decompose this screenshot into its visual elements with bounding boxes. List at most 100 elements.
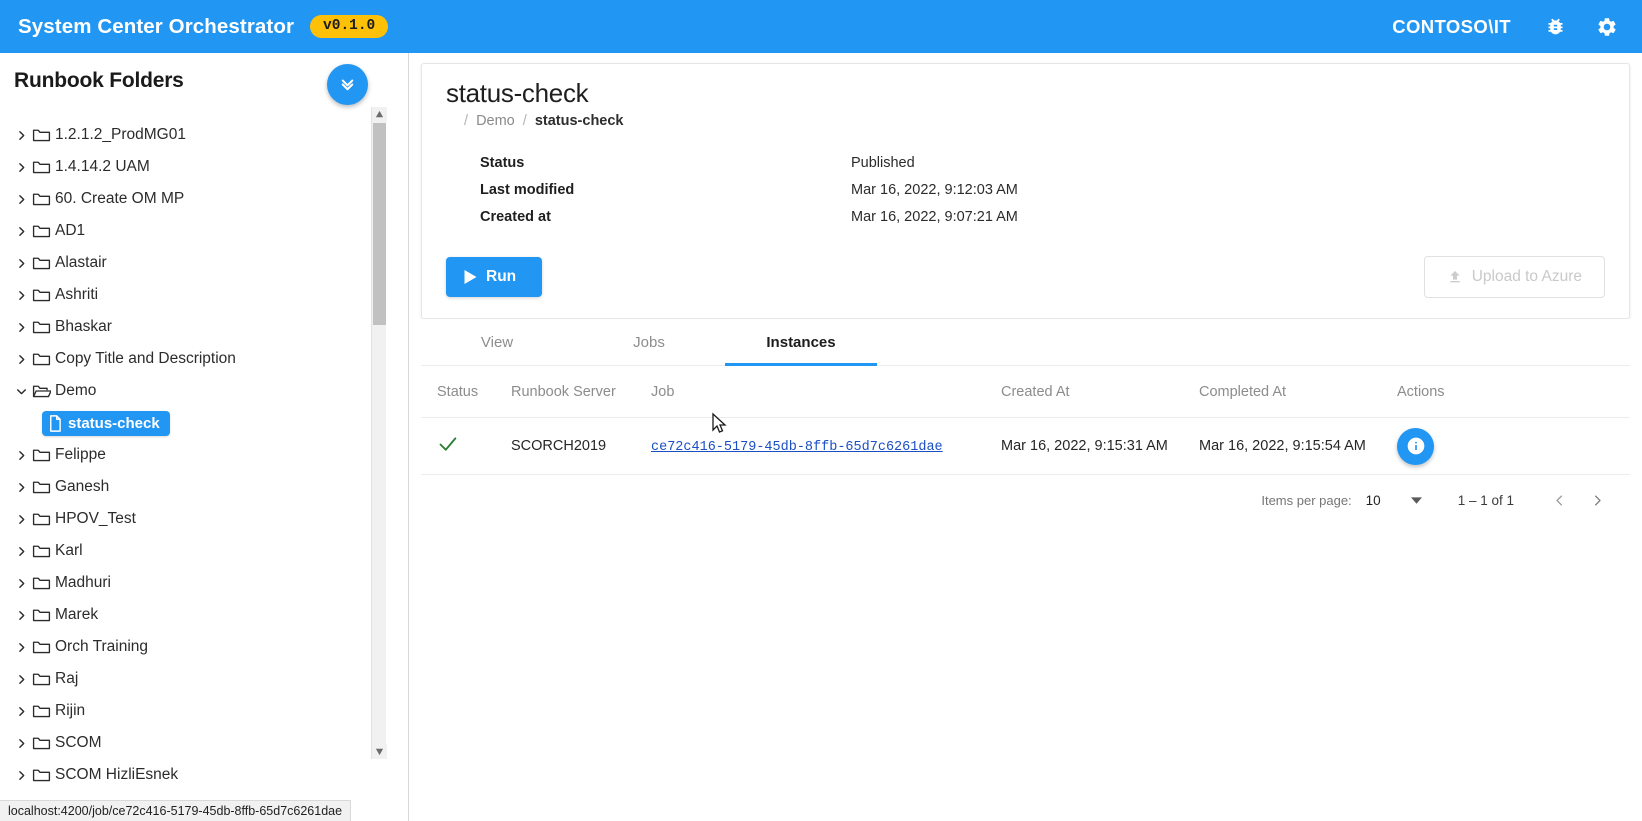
chevron-right-icon[interactable] (10, 257, 32, 270)
tree-item-folder[interactable]: SCOM HizliEsnek (0, 759, 408, 791)
chevron-right-icon[interactable] (10, 129, 32, 142)
folder-tree[interactable]: 1.2.1.2_ProdMG01 1.4.14.2 UAM 60. Create O… (0, 115, 408, 821)
tree-item-runbook-status-check[interactable]: status-check (0, 407, 408, 439)
info-icon[interactable] (1397, 427, 1434, 465)
page-title: status-check (446, 78, 589, 108)
chevron-right-icon[interactable] (10, 353, 32, 366)
tree-item-folder[interactable]: Raj (0, 663, 408, 695)
chevron-down-icon[interactable] (10, 385, 32, 398)
tree-item-folder[interactable]: Karl (0, 535, 408, 567)
double-chevron-icon (341, 79, 354, 91)
metadata-row: Last modified Mar 16, 2022, 9:12:03 AM (446, 176, 1605, 203)
row-completed-at: Mar 16, 2022, 9:15:54 AM (1199, 438, 1366, 454)
pagination-range-label: 1 – 1 of 1 (1457, 493, 1514, 508)
tree-item-folder[interactable]: 1.2.1.2_ProdMG01 (0, 119, 408, 151)
chevron-right-icon[interactable] (10, 673, 32, 686)
created-at-value: Mar 16, 2022, 9:07:21 AM (851, 208, 1018, 225)
tree-item-label: Raj (55, 670, 79, 687)
tree-item-folder[interactable]: Alastair (0, 247, 408, 279)
chevron-right-icon[interactable] (10, 289, 32, 302)
tabs-container: View Jobs Instances (421, 319, 1630, 366)
bug-icon[interactable] (1545, 16, 1566, 37)
upload-to-azure-button[interactable]: Upload to Azure (1423, 256, 1605, 298)
tree-item-label: Felippe (55, 446, 106, 463)
scroll-down-arrow-icon[interactable] (372, 744, 387, 759)
tab-view[interactable]: View (421, 319, 573, 365)
tree-item-folder[interactable]: Rijin (0, 695, 408, 727)
chevron-right-icon[interactable] (10, 545, 32, 558)
tree-item-folder[interactable]: Copy Title and Description (0, 343, 408, 375)
chevron-right-icon[interactable] (10, 641, 32, 654)
tree-item-folder[interactable]: Marek (0, 599, 408, 631)
tree-item-folder[interactable]: SCOM (0, 727, 408, 759)
items-per-page-value: 10 (1365, 493, 1381, 508)
row-actions-cell (1397, 427, 1517, 465)
current-user-label: CONTOSO\IT (1392, 15, 1511, 37)
sidebar-scrollbar[interactable] (371, 107, 387, 759)
collapse-all-button[interactable] (327, 64, 368, 105)
breadcrumb-parent[interactable]: Demo (476, 113, 515, 129)
tree-item-folder[interactable]: AD1 (0, 215, 408, 247)
chevron-right-icon[interactable] (10, 161, 32, 174)
chevron-right-icon[interactable] (10, 609, 32, 622)
chevron-right-icon[interactable] (10, 193, 32, 206)
tree-item-folder[interactable]: Ganesh (0, 471, 408, 503)
chevron-right-icon[interactable] (10, 225, 32, 238)
folder-icon (32, 767, 51, 783)
next-page-button[interactable] (1578, 482, 1616, 520)
tab-jobs[interactable]: Jobs (573, 319, 725, 365)
selected-runbook[interactable]: status-check (42, 410, 170, 436)
tree-item-label: Marek (55, 606, 99, 623)
tree-item-folder[interactable]: 1.4.14.2 UAM (0, 151, 408, 183)
tree-item-label: 1.4.14.2 UAM (55, 158, 150, 175)
tree-item-label: Ashriti (55, 286, 99, 303)
folder-icon (32, 255, 51, 271)
previous-page-button[interactable] (1540, 482, 1578, 520)
folder-icon (32, 543, 51, 559)
run-button-label: Run (486, 268, 517, 285)
status-value: Published (851, 154, 915, 171)
sidebar-scrollbar-thumb[interactable] (373, 123, 386, 325)
sidebar: Runbook Folders 1.2.1.2_ProdMG01 1.4.14.2… (0, 53, 409, 821)
chevron-right-icon[interactable] (10, 513, 32, 526)
tree-item-folder[interactable]: Orch Training (0, 631, 408, 663)
folder-icon (32, 735, 51, 751)
row-status-cell (421, 434, 511, 459)
tree-item-folder[interactable]: Bhaskar (0, 311, 408, 343)
scroll-up-arrow-icon[interactable] (372, 107, 387, 122)
chevron-right-icon[interactable] (10, 705, 32, 718)
tree-item-label: SCOM HizliEsnek (55, 766, 179, 783)
row-created-at: Mar 16, 2022, 9:15:31 AM (1001, 438, 1168, 454)
tree-item-label: Ganesh (55, 478, 110, 495)
tab-instances[interactable]: Instances (725, 319, 877, 366)
tree-item-folder[interactable]: Felippe (0, 439, 408, 471)
play-icon (464, 270, 477, 284)
main-content: status-check / Demo / status-check Statu… (409, 53, 1642, 821)
tree-item-folder[interactable]: Demo (0, 375, 408, 407)
chevron-right-icon[interactable] (10, 449, 32, 462)
chevron-right-icon[interactable] (10, 481, 32, 494)
tree-item-folder[interactable]: HPOV_Test (0, 503, 408, 535)
tree-item-label: Rijin (55, 702, 86, 719)
tree-item-folder[interactable]: Madhuri (0, 567, 408, 599)
breadcrumb-separator: / (522, 113, 527, 129)
chevron-right-icon[interactable] (10, 577, 32, 590)
tree-item-label: AD1 (55, 222, 86, 239)
run-button[interactable]: Run (446, 257, 543, 297)
action-buttons-row: Run Upload to Azure (446, 256, 1605, 298)
row-runbook-server: SCORCH2019 (511, 438, 607, 454)
tree-item-label: 1.2.1.2_ProdMG01 (55, 126, 186, 143)
items-per-page-select[interactable]: 10 (1366, 493, 1422, 508)
job-link[interactable]: ce72c416-5179-45db-8ffb-65d7c6261dae (651, 440, 943, 455)
metadata-row: Created at Mar 16, 2022, 9:07:21 AM (446, 203, 1605, 230)
document-icon (48, 414, 62, 432)
caret-down-icon (1410, 493, 1422, 508)
folder-icon (32, 575, 51, 591)
tree-item-label: status-check (68, 414, 160, 432)
chevron-right-icon[interactable] (10, 769, 32, 782)
chevron-right-icon[interactable] (10, 321, 32, 334)
tree-item-folder[interactable]: 60. Create OM MP (0, 183, 408, 215)
chevron-right-icon[interactable] (10, 737, 32, 750)
gear-icon[interactable] (1596, 16, 1618, 38)
tree-item-folder[interactable]: Ashriti (0, 279, 408, 311)
